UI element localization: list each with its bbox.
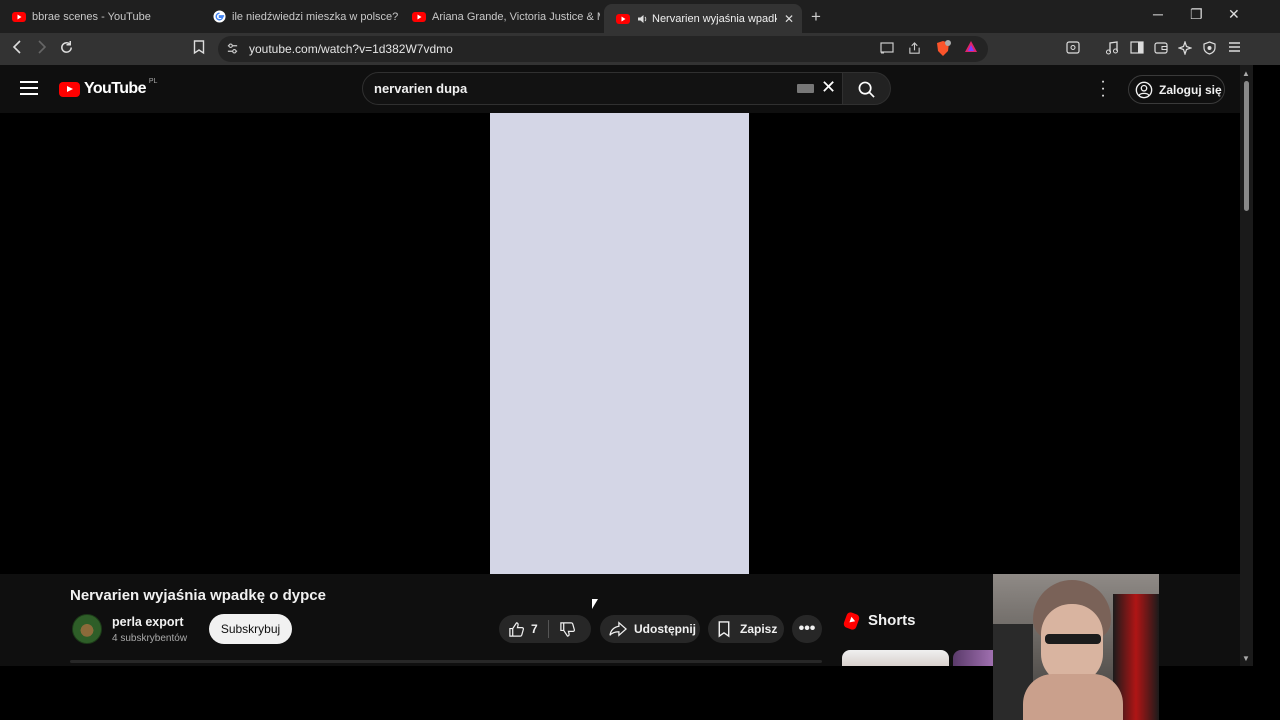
youtube-favicon-icon: [616, 12, 630, 26]
brave-shields-icon[interactable]: [935, 40, 951, 60]
description-box-edge: [70, 660, 822, 663]
page-scrollbar[interactable]: ▲ ▼: [1240, 65, 1253, 666]
webcam-overlay: [993, 574, 1159, 720]
scroll-up-icon[interactable]: ▲: [1242, 69, 1250, 78]
shorts-logo-icon: [842, 610, 861, 631]
back-icon[interactable]: [12, 40, 22, 58]
site-info-icon[interactable]: [226, 42, 239, 58]
webcam-glasses: [1045, 634, 1101, 644]
shorts-thumbnail[interactable]: [953, 650, 993, 666]
video-title: Nervarien wyjaśnia wpadkę o dypce: [70, 587, 326, 604]
like-divider: [547, 620, 549, 638]
menu-icon[interactable]: [1228, 41, 1241, 56]
cast-icon[interactable]: [880, 42, 894, 57]
mouse-cursor-icon: [592, 599, 598, 609]
media-icon[interactable]: [1105, 41, 1119, 58]
video-player[interactable]: [0, 113, 1240, 574]
country-code: PL: [148, 77, 158, 85]
close-tab-icon[interactable]: ✕: [778, 12, 794, 26]
brave-rewards-icon[interactable]: [964, 40, 978, 57]
save-label: Zapisz: [740, 622, 778, 636]
tab-title: ile niedźwiedzi mieszka w polsce? - S: [232, 10, 400, 23]
screenshot-icon[interactable]: [1066, 41, 1080, 57]
bookmark-icon[interactable]: [193, 40, 205, 59]
clear-search-icon[interactable]: ✕: [821, 77, 836, 98]
save-icon: [718, 620, 730, 637]
sign-in-label: Zaloguj się: [1159, 82, 1222, 97]
youtube-logo-text: YouTube: [84, 80, 146, 97]
account-icon: [1135, 81, 1153, 98]
thumbs-down-icon: [559, 621, 575, 637]
like-count: 7: [531, 622, 538, 636]
leo-ai-icon[interactable]: [1177, 40, 1193, 58]
browser-tab-active[interactable]: Nervarien wyjaśnia wpadkę o ✕: [604, 4, 802, 33]
more-actions-button[interactable]: •••: [792, 615, 822, 643]
like-button[interactable]: 7: [508, 621, 538, 638]
close-window-icon[interactable]: ✕: [1228, 6, 1240, 23]
dislike-button[interactable]: [559, 621, 576, 638]
browser-tab[interactable]: bbrae scenes - YouTube: [0, 4, 200, 29]
youtube-favicon-icon: [12, 10, 26, 24]
channel-avatar[interactable]: [72, 614, 102, 644]
address-bar[interactable]: youtube.com/watch?v=1d382W7vdmo: [218, 36, 988, 62]
search-input[interactable]: nervarien dupa ✕: [362, 72, 843, 105]
like-dislike-group: 7: [499, 615, 591, 643]
share-icon: [609, 621, 627, 637]
browser-tab[interactable]: ile niedźwiedzi mieszka w polsce? - S: [200, 4, 400, 29]
channel-name[interactable]: perla export: [112, 615, 184, 629]
search-button[interactable]: [843, 72, 891, 105]
reload-icon[interactable]: [59, 40, 74, 59]
youtube-logo[interactable]: YouTube PL: [59, 77, 158, 98]
shorts-label: Shorts: [868, 612, 916, 629]
more-horizontal-icon: •••: [798, 620, 816, 637]
minimize-icon[interactable]: ─: [1153, 6, 1163, 22]
subscriber-count: 4 subskrybentów: [112, 633, 188, 644]
url-text: youtube.com/watch?v=1d382W7vdmo: [249, 42, 453, 56]
search-icon: [858, 81, 875, 98]
new-tab-icon[interactable]: +: [811, 7, 821, 27]
sign-in-button[interactable]: Zaloguj się: [1128, 75, 1225, 104]
search-query: nervarien dupa: [374, 81, 468, 96]
guide-menu-icon[interactable]: [20, 81, 38, 95]
browser-toolbar: youtube.com/watch?v=1d382W7vdmo: [0, 33, 1280, 65]
sidebar-icon[interactable]: [1130, 41, 1144, 57]
forward-icon[interactable]: [37, 40, 47, 58]
restore-icon[interactable]: ❐: [1190, 6, 1203, 23]
google-favicon-icon: [212, 10, 226, 24]
share-button[interactable]: Udostępnij: [600, 615, 700, 643]
settings-more-icon[interactable]: · · ·: [1099, 74, 1107, 104]
share-label: Udostępnij: [634, 622, 696, 636]
youtube-header: YouTube PL nervarien dupa ✕ · · · Zaloguj …: [0, 65, 1240, 113]
video-frame[interactable]: [490, 113, 749, 574]
subscribe-button[interactable]: Subskrybuj: [209, 614, 292, 644]
youtube-favicon-icon: [412, 10, 426, 24]
tab-title: bbrae scenes - YouTube: [32, 10, 151, 23]
scrollbar-thumb[interactable]: [1244, 81, 1249, 211]
bottom-area: [0, 666, 993, 720]
browser-tab-strip: bbrae scenes - YouTube ile niedźwiedzi m…: [0, 0, 1280, 33]
tab-title: Nervarien wyjaśnia wpadkę o: [652, 12, 777, 25]
keyboard-icon[interactable]: [797, 84, 814, 93]
speaker-icon[interactable]: [636, 12, 648, 26]
shorts-thumbnail[interactable]: [842, 650, 949, 666]
vpn-icon[interactable]: [1203, 41, 1216, 58]
browser-tab[interactable]: Ariana Grande, Victoria Justice & Mo: [400, 4, 600, 29]
webcam-hands: [1023, 674, 1123, 720]
scroll-down-icon[interactable]: ▼: [1242, 654, 1250, 663]
save-button[interactable]: Zapisz: [708, 615, 784, 643]
wallet-icon[interactable]: [1154, 41, 1168, 57]
youtube-play-icon: [59, 81, 80, 97]
tab-title: Ariana Grande, Victoria Justice & Mo: [432, 10, 600, 23]
webcam-face: [1041, 604, 1103, 684]
thumbs-up-icon: [509, 621, 524, 637]
share-page-icon[interactable]: [908, 42, 921, 58]
shorts-header[interactable]: Shorts: [842, 610, 916, 631]
